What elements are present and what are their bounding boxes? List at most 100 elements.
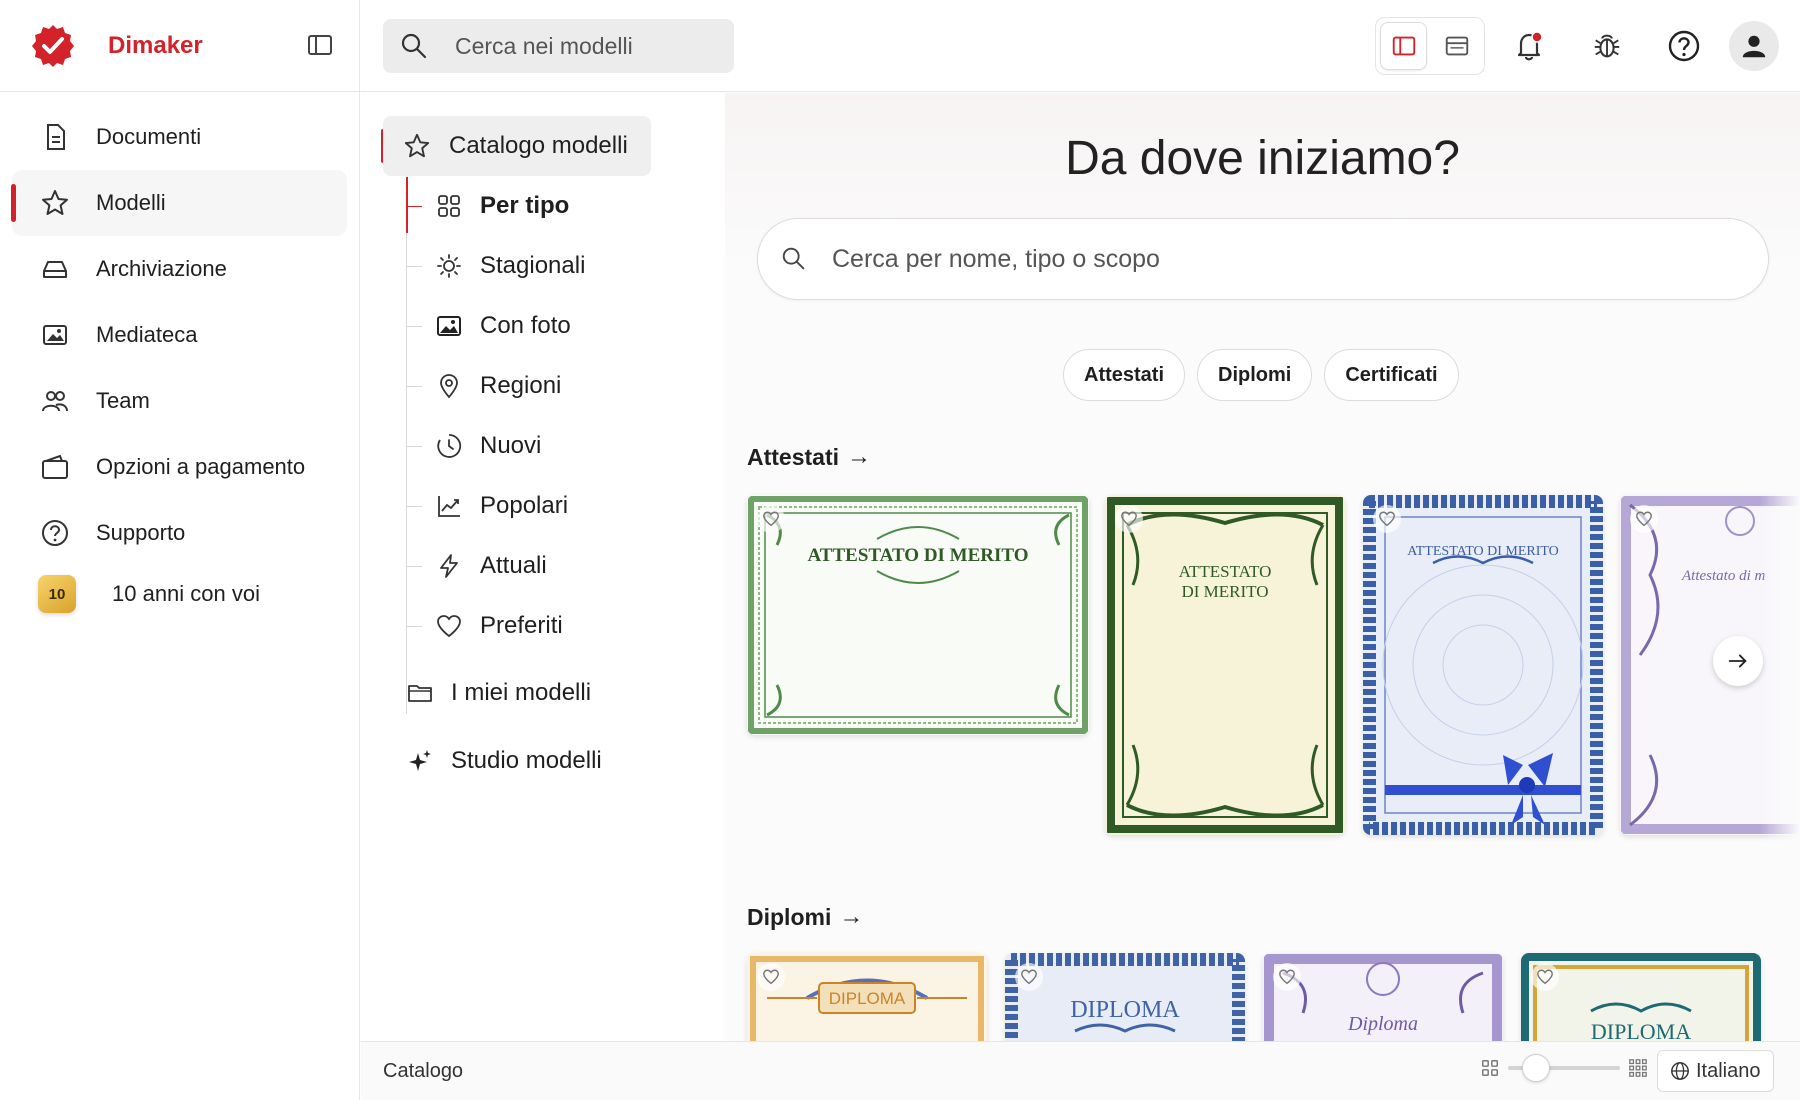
media-icon [38,318,72,352]
team-icon [38,384,72,418]
template-card[interactable]: ATTESTATO DI MERITO [1363,495,1603,835]
top-search-box[interactable] [383,19,734,73]
help-icon [38,516,72,550]
template-card[interactable]: Diploma [1263,953,1503,1041]
catalog-item-stagionali[interactable]: Stagionali [406,236,585,296]
notifications-button[interactable] [1506,23,1552,69]
template-thumbnail: DIPLOMA [1521,953,1761,1041]
main-search-box[interactable] [757,218,1769,300]
template-card[interactable]: DIPLOMA [1521,953,1761,1041]
top-bar [361,0,1800,92]
arrow-right-icon: → [847,443,872,470]
clock-icon [434,431,464,461]
sidebar-item-label: Team [96,388,150,413]
status-label: Catalogo [383,1059,464,1082]
favorite-heart-icon[interactable] [1373,505,1401,533]
anniversary-badge: 10 [38,575,76,613]
grid-large-icon[interactable] [1628,1058,1648,1078]
image-icon [434,311,464,341]
sidebar-toggle-icon[interactable] [305,30,335,60]
primary-nav: Documenti Modelli Archiviazione Mediatec… [0,92,359,634]
favorite-heart-icon[interactable] [1531,963,1559,991]
layout-toggle [1375,17,1485,75]
sidebar-item-mediateca[interactable]: Mediateca [12,302,347,368]
template-card[interactable]: DIPLOMA [1005,953,1245,1041]
sidebar-item-archiviazione[interactable]: Archiviazione [12,236,347,302]
catalog-item-con-foto[interactable]: Con foto [406,296,571,356]
sun-icon [434,251,464,281]
section-title-attestati[interactable]: Attestati → [747,443,871,471]
favorite-heart-icon[interactable] [1115,505,1143,533]
chip-diplomi[interactable]: Diplomi [1197,349,1313,401]
card-title-text: ATTESTATO DI MERITO [1407,544,1559,559]
sidebar-item-documenti[interactable]: Documenti [12,104,347,170]
template-card[interactable]: ATTESTATO DI MERITO [1105,495,1345,835]
carousel-next-button[interactable] [1713,636,1763,686]
app-logo-icon[interactable] [30,23,76,69]
catalog-item-label: Stagionali [480,252,586,279]
chip-attestati[interactable]: Attestati [1063,349,1186,401]
catalog-item-per-tipo[interactable]: Per tipo [406,176,569,236]
globe-icon [1670,1061,1690,1081]
layout-window-button[interactable] [1433,22,1480,70]
zoom-control [1480,1054,1648,1082]
lightning-icon [434,551,464,581]
app-name[interactable]: Dimaker [108,32,203,60]
star-icon [38,186,72,220]
search-icon [399,31,429,61]
template-studio-link[interactable]: Studio modelli [405,731,602,791]
top-search-input[interactable] [455,32,715,60]
sidebar-item-label: Supporto [96,520,186,545]
zoom-slider[interactable] [1508,1054,1620,1082]
catalog-item-preferiti[interactable]: Preferiti [406,596,563,656]
favorite-heart-icon[interactable] [757,963,785,991]
main-search-input[interactable] [832,244,1632,274]
sidebar-item-opzioni-pagamento[interactable]: Opzioni a pagamento [12,434,347,500]
zoom-slider-thumb[interactable] [1522,1054,1550,1082]
heart-icon [434,611,464,641]
sidebar-item-anniversary[interactable]: 10 10 anni con voi [12,566,347,622]
chip-certificati[interactable]: Certificati [1324,349,1459,401]
bug-report-button[interactable] [1584,23,1630,69]
catalog-header-label: Catalogo modelli [449,132,628,159]
help-button[interactable] [1661,23,1707,69]
sidebar-item-team[interactable]: Team [12,368,347,434]
my-templates-label: I miei modelli [451,679,592,706]
bell-icon [1517,31,1543,61]
favorite-heart-icon[interactable] [757,505,785,533]
catalog-item-popolari[interactable]: Popolari [406,476,568,536]
card-title-text: DIPLOMA [829,989,906,1008]
favorite-heart-icon[interactable] [1630,505,1658,533]
template-studio-label: Studio modelli [451,747,602,774]
section-title-diplomi[interactable]: Diplomi → [747,903,863,931]
sidebar-item-label: Opzioni a pagamento [96,454,306,479]
catalog-header[interactable]: Catalogo modelli [383,116,651,176]
bug-icon [1594,34,1620,58]
card-title-text: DIPLOMA [1591,1019,1691,1041]
layout-sidebar-button[interactable] [1380,22,1428,70]
language-selector[interactable]: Italiano [1657,1050,1774,1092]
sidebar-item-label: Documenti [96,124,202,149]
favorite-heart-icon[interactable] [1015,963,1043,991]
catalog-item-attuali[interactable]: Attuali [406,536,547,596]
catalog-item-regioni[interactable]: Regioni [406,356,561,416]
sparkle-icon [405,746,435,776]
card-title-text: DI MERITO [1181,582,1268,601]
template-card[interactable]: ATTESTATO DI MERITO [747,495,1089,735]
catalog-item-nuovi[interactable]: Nuovi [406,416,541,476]
grid-small-icon[interactable] [1480,1058,1500,1078]
catalog-item-label: Popolari [480,492,569,519]
filter-chips: Attestati Diplomi Certificati [1063,349,1459,401]
sidebar-item-supporto[interactable]: Supporto [12,500,347,566]
main-sidebar: Dimaker Documenti Modelli Archiviazione [0,0,360,1100]
user-avatar[interactable] [1729,21,1779,71]
template-thumbnail: DIPLOMA [747,953,987,1041]
search-icon [780,245,808,273]
catalog-main: Da dove iniziamo? Attestati Diplomi Cert… [725,93,1800,1041]
my-templates-link[interactable]: I miei modelli [405,663,591,723]
document-icon [38,120,72,154]
template-card[interactable]: DIPLOMA [747,953,987,1041]
sidebar-item-modelli[interactable]: Modelli [11,170,347,236]
grid-icon [434,191,464,221]
favorite-heart-icon[interactable] [1273,963,1301,991]
